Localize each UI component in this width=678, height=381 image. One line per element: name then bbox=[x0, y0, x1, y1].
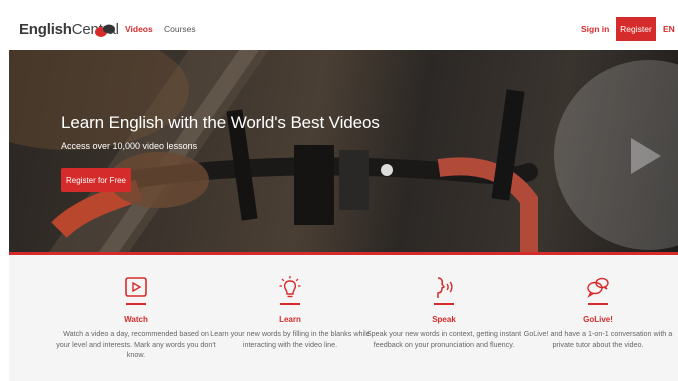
hero-banner: Learn English with the World's Best Vide… bbox=[9, 50, 678, 252]
logo-bold-text: English bbox=[19, 21, 72, 38]
play-icon bbox=[125, 277, 147, 297]
nav-videos[interactable]: Videos bbox=[125, 24, 153, 34]
speaking-icon bbox=[437, 277, 453, 298]
lightbulb-icon bbox=[279, 276, 301, 298]
hero-title: Learn English with the World's Best Vide… bbox=[61, 113, 380, 132]
nav-courses[interactable]: Courses bbox=[164, 24, 196, 34]
page: EnglishCentral Videos Courses Sign in Re… bbox=[9, 10, 678, 381]
register-button[interactable]: Register bbox=[616, 17, 656, 41]
feature-title: Speak bbox=[432, 315, 456, 324]
feature-title: Watch bbox=[124, 315, 148, 324]
feature-underline bbox=[126, 303, 146, 305]
features-section: Watch Watch a video a day, recommended b… bbox=[9, 255, 678, 381]
feature-title: Learn bbox=[279, 315, 301, 324]
feature-description: GoLive! and have a 1-on-1 conversation w… bbox=[523, 329, 673, 349]
logo-bubbles-icon bbox=[95, 24, 115, 37]
feature-title: GoLive! bbox=[583, 315, 613, 324]
feature-description: Speak your new words in context, getting… bbox=[366, 329, 522, 349]
feature-description: Learn your new words by filling in the b… bbox=[210, 329, 370, 349]
feature-underline bbox=[588, 303, 608, 305]
header: EnglishCentral Videos Courses Sign in Re… bbox=[9, 10, 678, 50]
feature-underline bbox=[434, 303, 454, 305]
chat-bubbles-icon bbox=[587, 277, 609, 298]
feature-underline bbox=[280, 303, 300, 305]
language-selector[interactable]: EN bbox=[663, 24, 675, 34]
feature-description: Watch a video a day, recommended based o… bbox=[56, 329, 216, 359]
register-free-button[interactable]: Register for Free bbox=[61, 168, 131, 192]
hero-subtitle: Access over 10,000 video lessons bbox=[61, 141, 198, 151]
sign-in-link[interactable]: Sign in bbox=[581, 24, 609, 34]
hero-background-image bbox=[9, 50, 678, 252]
